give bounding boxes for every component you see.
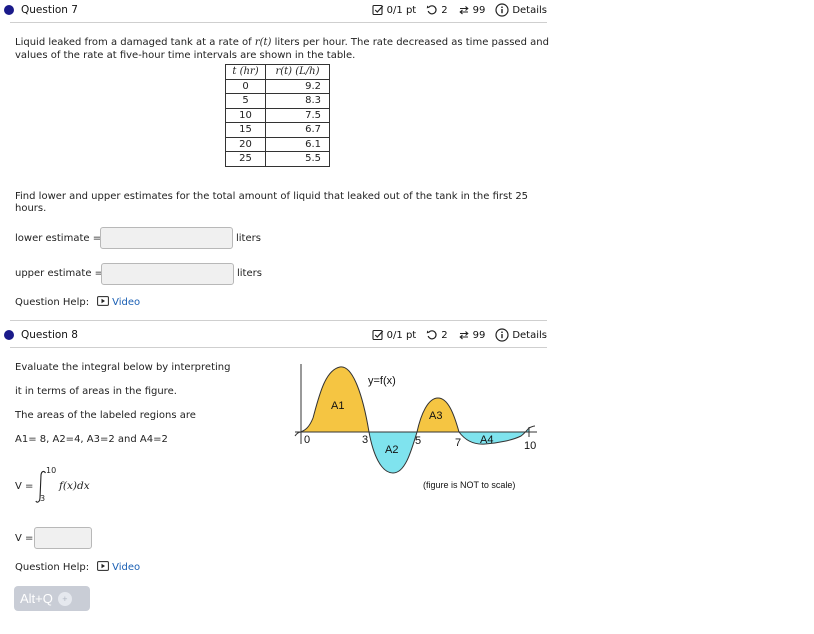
table-row: 0 9.2 xyxy=(225,78,330,94)
attempts-count: 2 xyxy=(441,329,448,341)
region-label-a2: A2 xyxy=(385,444,398,456)
divider xyxy=(10,22,547,23)
lower-unit-label: liters xyxy=(236,233,261,244)
question-7-prompt-line-1: Liquid leaked from a damaged tank at a r… xyxy=(15,37,549,50)
question-8-header: Question 8 0/1 pt 2 99 Details xyxy=(4,325,547,345)
question-meta: 0/1 pt 2 99 Details xyxy=(372,328,547,342)
divider xyxy=(10,347,547,348)
submissions-count: 99 xyxy=(472,4,486,16)
retry-icon xyxy=(426,4,438,16)
retry-icon xyxy=(426,329,438,341)
rate-function: r(t) xyxy=(254,37,272,48)
region-a4 xyxy=(457,426,530,445)
table-cell-rate: 8.3 xyxy=(265,93,330,109)
table-row: 10 7.5 xyxy=(225,107,330,123)
details-link[interactable]: Details xyxy=(512,330,547,341)
table-cell-t: 5 xyxy=(225,93,266,109)
table-row: 25 5.5 xyxy=(225,151,330,167)
v-label: V = xyxy=(15,533,34,544)
score-text: 0/1 pt xyxy=(386,329,417,341)
score-text: 0/1 pt xyxy=(386,4,417,16)
submissions-count: 99 xyxy=(472,329,486,341)
find-line-2: hours. xyxy=(15,203,47,214)
table-cell-t: 10 xyxy=(225,107,266,123)
video-link[interactable]: Video xyxy=(112,562,140,573)
lower-estimate-label: lower estimate = xyxy=(15,233,102,244)
upper-estimate-label: upper estimate = xyxy=(15,268,104,279)
question-status-dot xyxy=(4,5,14,15)
details-link[interactable]: Details xyxy=(512,5,547,16)
v-answer-input[interactable] xyxy=(34,527,92,549)
info-icon[interactable] xyxy=(495,3,509,17)
tick-label: 5 xyxy=(415,435,421,447)
table-header-rate: r(t) (L/h) xyxy=(265,64,330,80)
table-cell-rate: 7.5 xyxy=(265,107,330,123)
table-cell-t: 0 xyxy=(225,78,266,94)
tick-label: 7 xyxy=(455,437,461,449)
area-figure: y=f(x) A1 A2 A3 A4 0 3 5 7 10 (figure is… xyxy=(294,364,537,490)
question-status-dot xyxy=(4,330,14,340)
table-cell-rate: 5.5 xyxy=(265,151,330,167)
question-8-help: Question Help: Video xyxy=(15,561,140,574)
curve-left-tail xyxy=(294,431,302,437)
q8-line-3: The areas of the labeled regions are xyxy=(15,410,196,421)
video-link[interactable]: Video xyxy=(112,297,140,308)
question-meta: 0/1 pt 2 99 Details xyxy=(372,3,547,17)
q8-line-2: it in terms of areas in the figure. xyxy=(15,386,177,397)
integral-prefix: V = xyxy=(15,481,34,492)
checkbox-icon xyxy=(372,329,384,341)
attempts-count: 2 xyxy=(441,4,448,16)
question-title: Question 8 xyxy=(21,329,78,341)
help-label: Question Help: xyxy=(15,562,90,573)
integral-expression: V = 10 3 f(x)dx xyxy=(15,466,125,506)
integrand: f(x)dx xyxy=(59,480,90,492)
table-cell-rate: 6.1 xyxy=(265,136,330,152)
rate-table: t (hr) r(t) (L/h) 0 9.2 5 8.3 10 7.5 15 6.7 … xyxy=(225,64,330,167)
upper-unit-label: liters xyxy=(237,268,262,279)
integral-upper-limit: 10 xyxy=(46,466,57,475)
prompt-text-end: liters per hour. The rate decreased as t… xyxy=(274,37,549,48)
table-cell-rate: 6.7 xyxy=(265,122,330,138)
question-7-header: Question 7 0/1 pt 2 99 Details xyxy=(4,0,547,20)
question-7-help: Question Help: Video xyxy=(15,296,140,309)
alt-q-label: Alt+Q xyxy=(20,591,53,606)
table-cell-t: 25 xyxy=(225,151,266,167)
table-row: 20 6.1 xyxy=(225,136,330,152)
video-icon[interactable] xyxy=(97,296,109,309)
alt-q-button[interactable]: Alt+Q + xyxy=(14,586,90,611)
integral-lower-limit: 3 xyxy=(40,494,46,503)
tick-label: 0 xyxy=(304,434,310,446)
upper-estimate-input[interactable] xyxy=(101,263,234,285)
figure-caption: (figure is NOT to scale) xyxy=(423,480,515,490)
prompt-text: Liquid leaked from a damaged tank at a r… xyxy=(15,37,252,48)
region-label-a3: A3 xyxy=(429,410,442,422)
checkbox-icon xyxy=(372,4,384,16)
q8-line-4: A1= 8, A2=4, A3=2 and A4=2 xyxy=(15,434,168,445)
table-cell-t: 20 xyxy=(225,136,266,152)
plus-icon: + xyxy=(57,591,72,606)
table-header-t: t (hr) xyxy=(225,64,266,80)
video-icon[interactable] xyxy=(97,561,109,574)
find-line-1: Find lower and upper estimates for the t… xyxy=(15,191,529,202)
tick-label: 10 xyxy=(524,440,536,452)
region-label-a1: A1 xyxy=(331,400,344,412)
info-icon[interactable] xyxy=(495,328,509,342)
table-row: 15 6.7 xyxy=(225,122,330,138)
question-title: Question 7 xyxy=(21,4,78,16)
submissions-icon xyxy=(458,329,470,341)
region-label-a4: A4 xyxy=(480,434,493,446)
help-label: Question Help: xyxy=(15,297,90,308)
lower-estimate-input[interactable] xyxy=(100,227,233,249)
submissions-icon xyxy=(458,4,470,16)
divider xyxy=(10,320,547,321)
table-cell-t: 15 xyxy=(225,122,266,138)
curve-right-tail xyxy=(528,425,536,429)
q8-line-1: Evaluate the integral below by interpret… xyxy=(15,362,231,373)
question-7-prompt-line-2: values of the rate at five-hour time int… xyxy=(15,50,356,61)
tick-label: 3 xyxy=(362,434,368,446)
table-cell-rate: 9.2 xyxy=(265,78,330,94)
curve-label: y=f(x) xyxy=(368,375,396,387)
table-row: 5 8.3 xyxy=(225,93,330,109)
